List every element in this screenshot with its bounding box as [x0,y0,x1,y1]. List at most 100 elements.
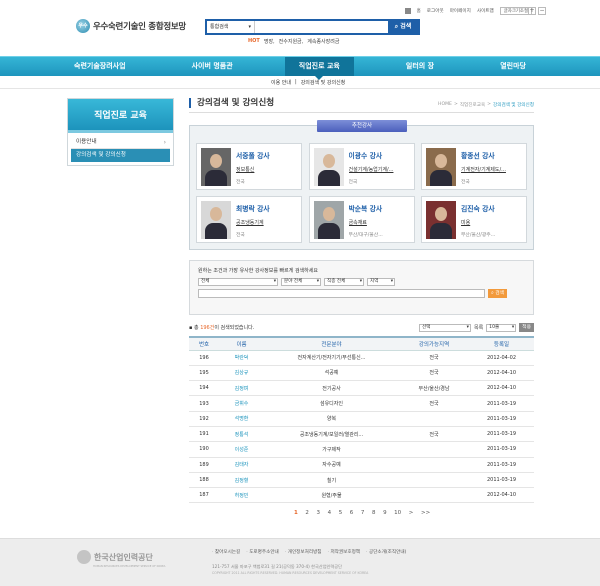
cell-name[interactable]: 김태자 [219,457,264,473]
instructor-card[interactable]: 이광수 강사 건설기계/농업기계/... 전국 [308,143,415,190]
footer-link[interactable]: 찾아오시는길 [212,549,240,555]
page-link[interactable]: 8 [372,510,376,516]
table-row[interactable]: 191 정통석 공조냉동기계/보일러/열관리... 전국 2011-03-19 [189,426,534,443]
instructor-card[interactable]: 박순복 강사 금속재료 부산/대구/울산... [308,196,415,243]
cell-name[interactable]: 정통석 [219,426,264,443]
footer-link[interactable]: 도로명주소안내 [246,549,279,555]
table-row[interactable]: 194 김정며 전기공사 부산/울산/경남 2012-04-10 [189,380,534,397]
cell-name[interactable]: 허정민 [219,487,264,504]
cell-name[interactable]: 김정혈 [219,472,264,489]
cell-no: 195 [189,365,219,382]
hot-term[interactable]: 전수지원금, [279,38,304,45]
page-link[interactable]: 4 [328,510,332,516]
instructor-name[interactable]: 황종선 강사 [461,150,522,160]
util-link-mypage[interactable]: 마이페이지 [450,8,471,14]
gnb-item-career[interactable]: 직업진로 교육 [284,57,354,80]
subnav-divider: | [295,79,297,85]
instructor-card[interactable]: 최병락 강사 공조냉동기계 전국 [196,196,302,243]
instructor-card[interactable]: 황종선 강사 기계전자/기계제도/... 전국 [421,143,527,190]
page-link[interactable]: 7 [361,510,365,516]
instructor-name[interactable]: 이광수 강사 [349,150,410,160]
table-row[interactable]: 189 김태자 자수공예 2011-03-19 [189,457,534,473]
hot-term[interactable]: 계속종사장려금 [307,38,339,45]
filter-select-job[interactable]: 직종 전체 [324,278,364,286]
filter-select-field[interactable]: 분야 전체 [281,278,321,286]
page-size-select[interactable]: 10줄 [486,323,517,332]
filter-search-button[interactable]: ⌕ 검색 [488,289,508,298]
cell-name[interactable]: 석명환 [219,411,264,427]
cell-date: 2011-03-19 [469,472,534,489]
footer-link[interactable]: 공단소개(조직안내) [366,549,406,555]
filter-search-label: 검색 [495,291,505,296]
sort-select[interactable]: 선택 [418,323,471,332]
table-row[interactable]: 193 금휘수 섬유디자인 전국 2011-03-19 [189,395,534,412]
table-row[interactable]: 195 김상규 석공예 전국 2012-04-10 [189,365,534,382]
instructor-name[interactable]: 서중풀 강사 [236,150,297,160]
left-nav-item-guide[interactable]: 이용안내 › [71,136,170,149]
table-row[interactable]: 192 석명환 양복 2011-03-19 [189,411,534,427]
font-plus-button[interactable]: + [528,7,536,15]
search-input[interactable] [255,21,388,33]
next-page-button[interactable]: > [409,510,414,516]
cell-region [399,487,469,504]
subnav-item-search[interactable]: 강의검색 및 강의신청 [301,79,346,86]
util-link-logout[interactable]: 로그아웃 [427,8,444,14]
home-icon[interactable] [404,8,411,14]
footer-link[interactable]: 개인정보처리방침 [285,549,322,555]
hot-term[interactable]: 명장, [264,38,275,45]
breadcrumb-item[interactable]: 직업진로교육 [460,102,485,108]
table-row[interactable]: 196 박란덕 전자계산기/전자기기/무선통신... 전국 2012-04-02 [189,350,534,366]
search-type-select[interactable]: 통합검색 [207,21,255,33]
cell-region: 전국 [399,395,469,412]
gnb-item-cyber[interactable]: 사이버 명품관 [178,57,247,76]
filter-select-region[interactable]: 지역 [367,278,395,286]
util-link-home[interactable]: 홈 [417,8,421,14]
instructor-region: 전국 [236,233,245,238]
page-link[interactable]: 5 [339,510,343,516]
cell-no: 192 [189,411,219,427]
cell-name[interactable]: 이성준 [219,441,264,458]
breadcrumb-home[interactable]: HOME [438,102,452,108]
cell-region: 부산/울산/경남 [399,380,469,397]
instructor-name[interactable]: 김진숙 강사 [461,203,522,213]
cell-name[interactable]: 금휘수 [219,395,264,412]
last-page-button[interactable]: >> [421,510,430,516]
page-link[interactable]: 1 [294,510,298,516]
instructor-name[interactable]: 최병락 강사 [236,203,297,213]
footer-link[interactable]: 저작권보호정책 [328,549,360,555]
table-row[interactable]: 188 김정혈 칠기 2011-03-19 [189,472,534,489]
page-link[interactable]: 10 [394,510,401,516]
breadcrumb-current: 강의검색 및 강의신청 [493,103,534,108]
cell-region [399,441,469,458]
logo-mark-icon: 우수 [76,19,90,33]
page-link[interactable]: 9 [383,510,387,516]
table-row[interactable]: 187 허정민 원형/주물 2012-04-10 [189,487,534,504]
instructor-region: 부산/대구/울산... [348,233,383,238]
font-minus-button[interactable]: − [538,7,546,15]
page-link[interactable]: 6 [350,510,354,516]
instructor-card[interactable]: 서중풀 강사 정보통신 전국 [196,143,302,190]
gnb-item-work[interactable]: 일터의 장 [392,57,448,76]
site-logo[interactable]: 우수 우수숙련기술인 종합정보망 [76,19,186,33]
keyword-input[interactable] [198,289,485,298]
page-link[interactable]: 3 [317,510,321,516]
footer-logo[interactable]: 한국산업인력공단 [77,550,153,564]
page-link[interactable]: 2 [305,510,309,516]
cell-name[interactable]: 김상규 [219,365,264,382]
table-row[interactable]: 190 이성준 가구제작 2011-03-19 [189,441,534,458]
apply-button[interactable]: 적용 [519,323,534,332]
gnb-item-open[interactable]: 열린마당 [486,57,540,76]
gnb-item-skill[interactable]: 숙련기술장려사업 [60,57,140,76]
left-nav-item-label: 이용안내 [76,139,97,145]
search-button[interactable]: ⌕ 검색 [388,21,418,33]
instructor-card[interactable]: 김진숙 강사 미용 부산/울산/광주... [421,196,527,243]
col-no: 번호 [198,341,210,348]
filter-select-all[interactable]: 전체 [198,278,278,286]
cell-name[interactable]: 김정며 [219,380,264,397]
util-link-sitemap[interactable]: 사이트맵 [477,8,494,14]
cell-field: 양복 [264,411,399,427]
instructor-name[interactable]: 박순복 강사 [349,203,410,213]
subnav-item-guide[interactable]: 이용 안내 [271,79,291,86]
cell-name[interactable]: 박란덕 [219,350,264,366]
left-nav-item-search[interactable]: 강의검색 및 강의신청 [71,149,170,162]
